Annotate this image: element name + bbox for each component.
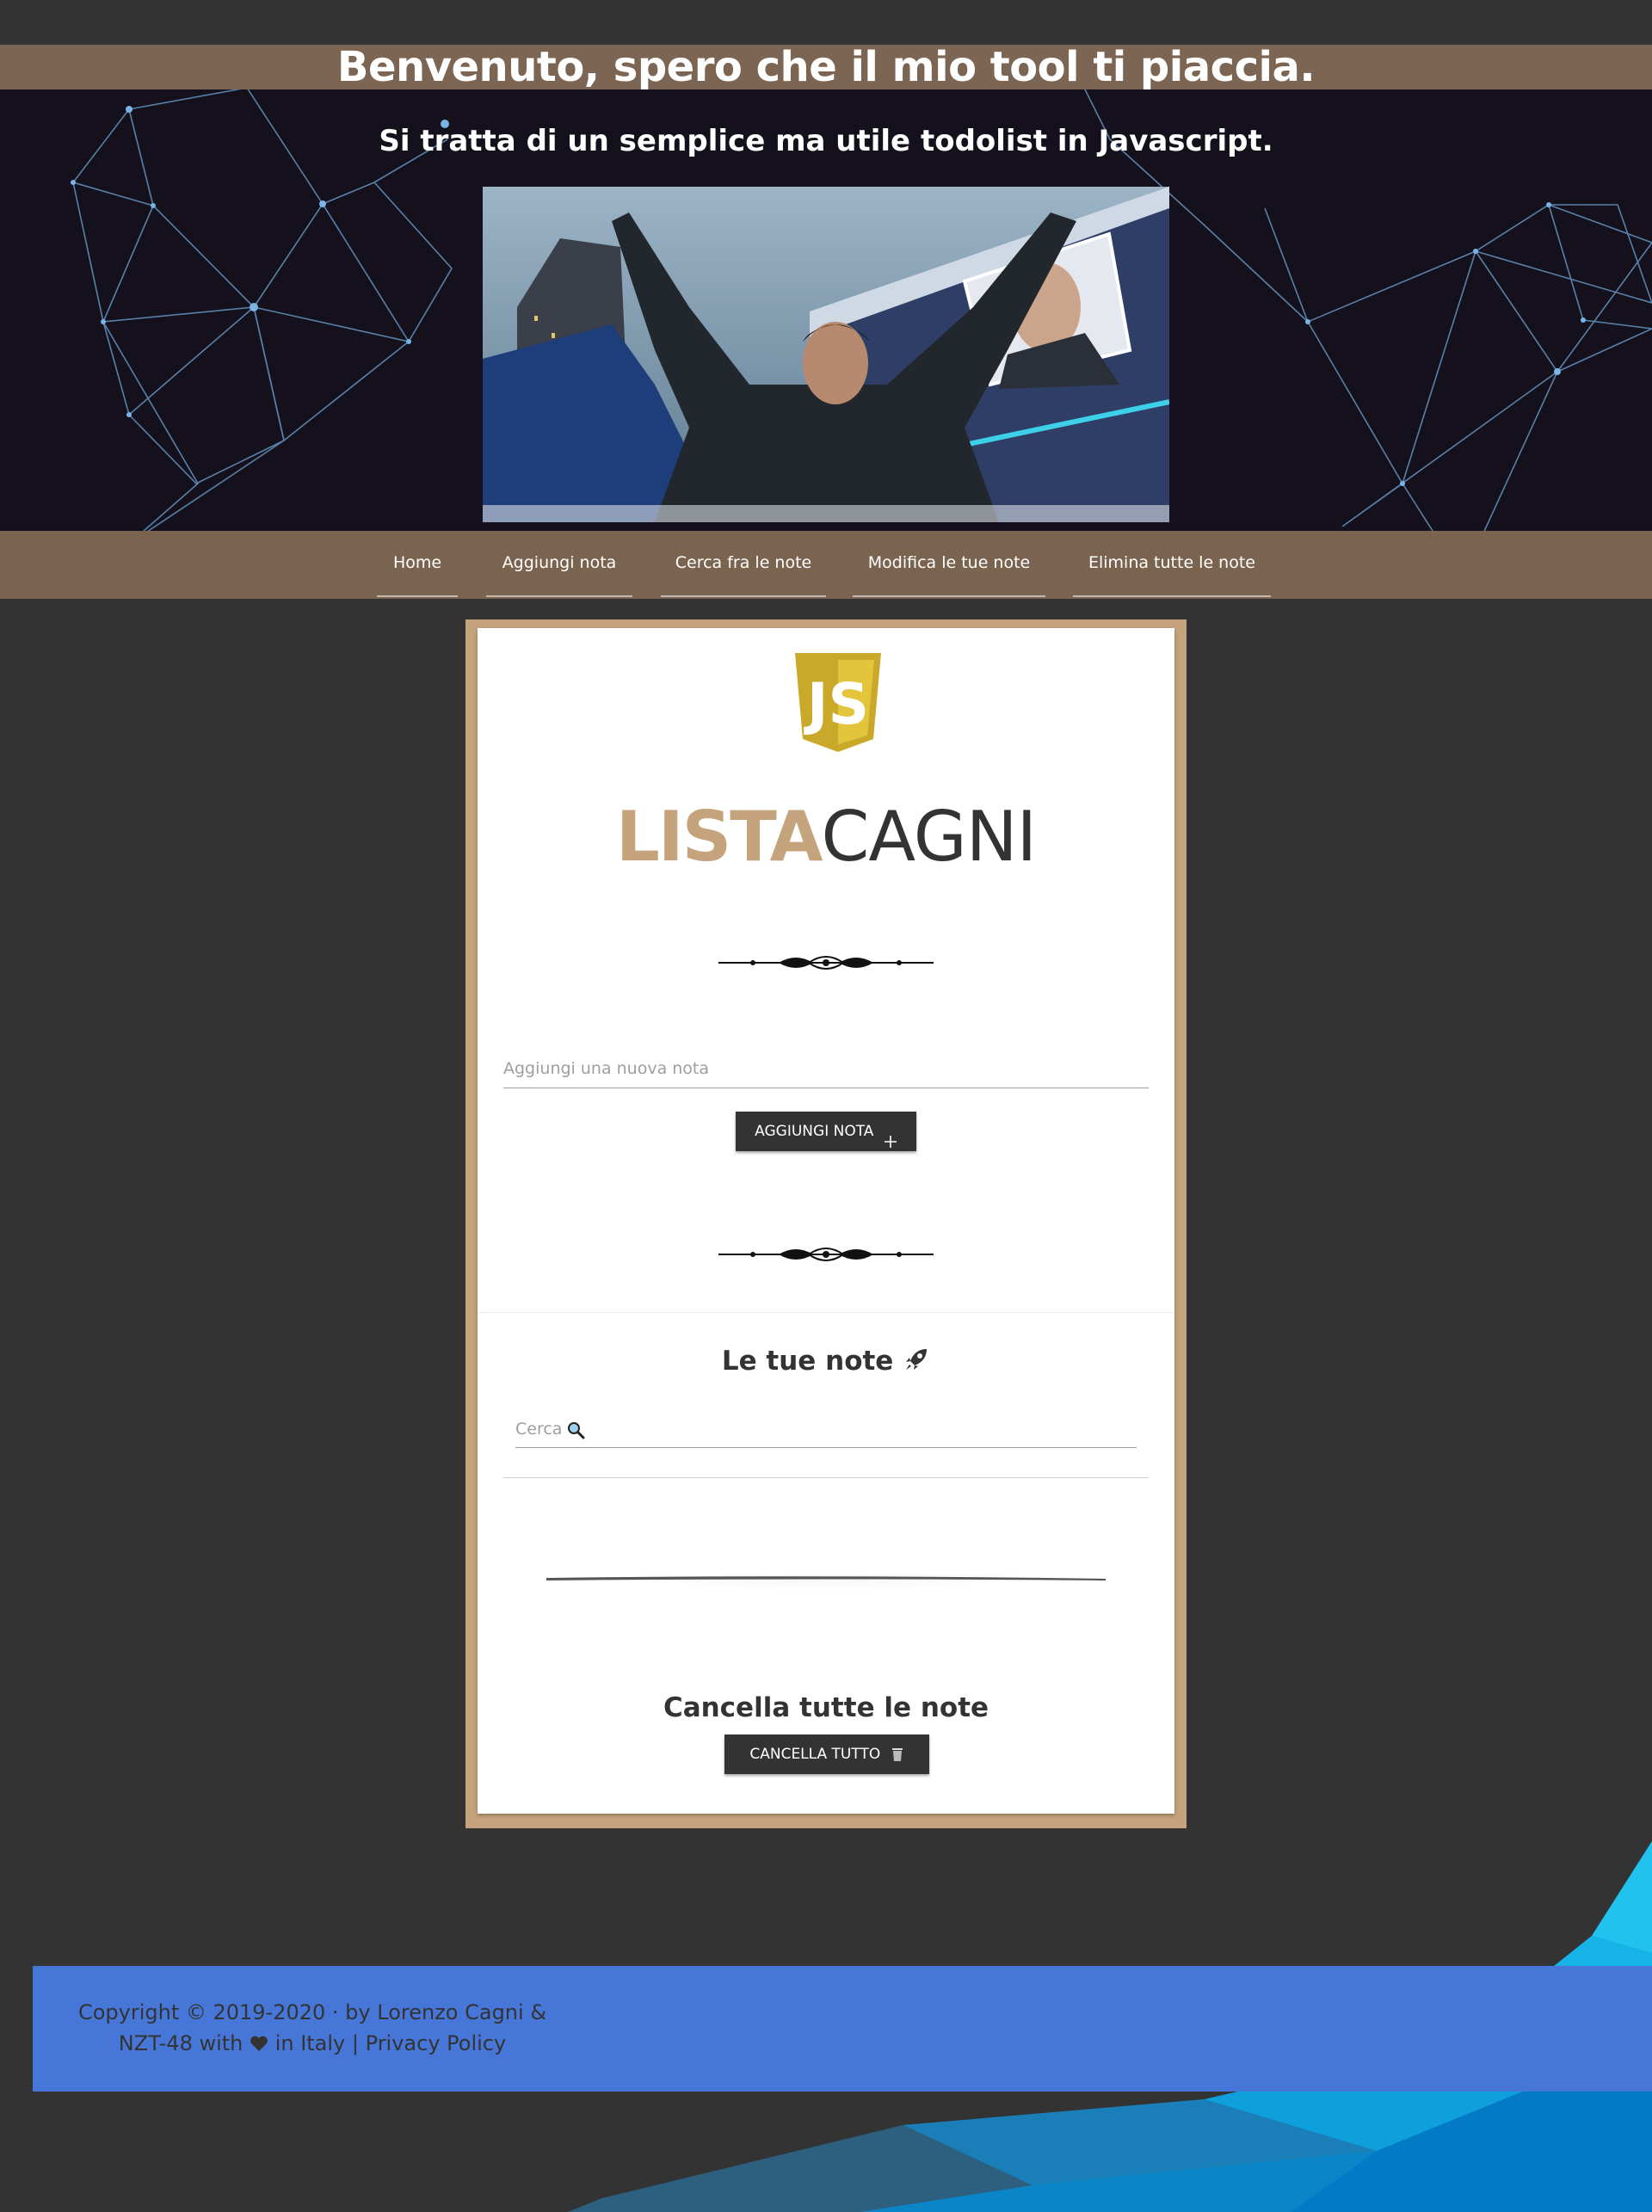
nav-add-note[interactable]: Aggiungi nota — [486, 531, 632, 597]
section-divider — [478, 1312, 1174, 1313]
main-navbar: Home Aggiungi nota Cerca fra le note Mod… — [0, 531, 1652, 599]
hero-title: Benvenuto, spero che il mio tool ti piac… — [336, 43, 1316, 91]
hero-subtitle: Si tratta di un semplice ma utile todoli… — [379, 124, 1273, 158]
notes-heading-text: Le tue note — [721, 1346, 894, 1377]
notes-heading: Le tue note — [478, 1344, 1174, 1378]
nav-home[interactable]: Home — [377, 531, 458, 597]
hero-title-band: Benvenuto, spero che il mio tool ti piac… — [0, 45, 1652, 89]
footer-separator: | — [351, 2031, 359, 2055]
delete-all-heading: Cancella tutte le note — [663, 1692, 989, 1723]
add-note-label: AGGIUNGI NOTA — [755, 1123, 874, 1140]
svg-text:JS: JS — [804, 671, 869, 737]
brush-stroke-divider — [546, 1574, 1106, 1646]
ornament-divider-icon-2 — [718, 1248, 934, 1261]
nav-edit-notes[interactable]: Modifica le tue note — [853, 531, 1045, 597]
footer-copyright: Copyright © 2019-2020 · by Lorenzo Cagni… — [59, 1997, 566, 2059]
delete-all-label: CANCELLA TUTTO — [749, 1746, 881, 1763]
add-note-button[interactable]: AGGIUNGI NOTA — [736, 1112, 916, 1151]
new-note-input[interactable] — [503, 1050, 1149, 1088]
app-card-frame: JS LISTACAGNI AGGIUNGI NOTA Le tue n — [465, 619, 1187, 1828]
app-card: JS LISTACAGNI AGGIUNGI NOTA Le tue n — [478, 628, 1174, 1814]
notes-list — [503, 1477, 1149, 1478]
search-input[interactable] — [515, 1411, 1137, 1447]
ornament-divider-icon — [718, 956, 934, 970]
delete-all-button[interactable]: CANCELLA TUTTO — [724, 1734, 929, 1774]
rocket-icon — [906, 1349, 928, 1370]
footer: Copyright © 2019-2020 · by Lorenzo Cagni… — [33, 1966, 1652, 2092]
footer-location: in Italy — [274, 2031, 346, 2055]
brand-part-lista: LISTA — [615, 797, 823, 877]
privacy-policy-link[interactable]: Privacy Policy — [366, 2031, 507, 2055]
nav-delete-all[interactable]: Elimina tutte le note — [1073, 531, 1271, 597]
trash-icon — [891, 1748, 903, 1761]
nav-search-notes[interactable]: Cerca fra le note — [661, 531, 826, 597]
search-field — [515, 1411, 1137, 1448]
heart-icon — [250, 2036, 268, 2051]
plus-icon — [884, 1124, 897, 1148]
brand-title: LISTACAGNI — [478, 798, 1174, 876]
brand-part-cagni: CAGNI — [821, 797, 1038, 877]
hero-photo — [483, 187, 1169, 522]
magnifier-icon — [568, 1422, 585, 1439]
js-logo-icon: JS — [795, 653, 881, 752]
